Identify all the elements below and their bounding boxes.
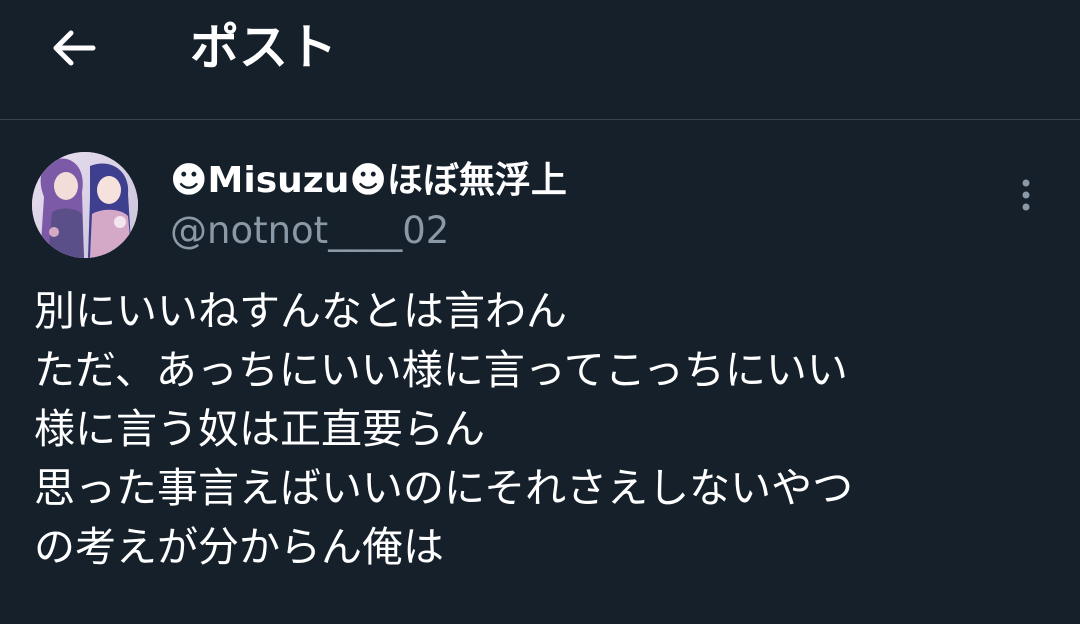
page-title: ポスト [190,19,338,76]
avatar[interactable] [32,152,138,258]
more-options-button[interactable] [1006,170,1046,220]
display-name[interactable]: ☻Misuzu☻ほぼ無浮上 [170,158,567,204]
top-app-bar: ポスト [0,0,1080,120]
tweet-text-line: の考えが分からん俺は [34,523,444,571]
tweet-text-line: ただ、あっちにいい様に言ってこっちにいい [34,346,848,394]
avatar-image [32,152,138,258]
back-button[interactable] [44,18,104,78]
arrow-left-icon [53,30,96,66]
user-handle[interactable]: @notnot____02 [170,208,449,254]
tweet-card: ☻Misuzu☻ほぼ無浮上 @notnot____02 別にいいねすんなとは言わ… [0,120,1080,624]
tweet-text-line: 様に言う奴は正直要らん [34,405,485,453]
more-vertical-icon [1022,179,1030,211]
tweet-text-line: 別にいいねすんなとは言わん [34,287,567,335]
tweet-text: 別にいいねすんなとは言わん ただ、あっちにいい様に言ってこっちにいい 様に言う奴… [34,282,1054,577]
post-detail-screen: ポスト ☻Misuzu☻ほぼ無浮上 @notnot____02 別にいいねすんな… [0,0,1080,624]
tweet-text-line: 思った事言えばいいのにそれさえしないやつ [34,464,854,512]
